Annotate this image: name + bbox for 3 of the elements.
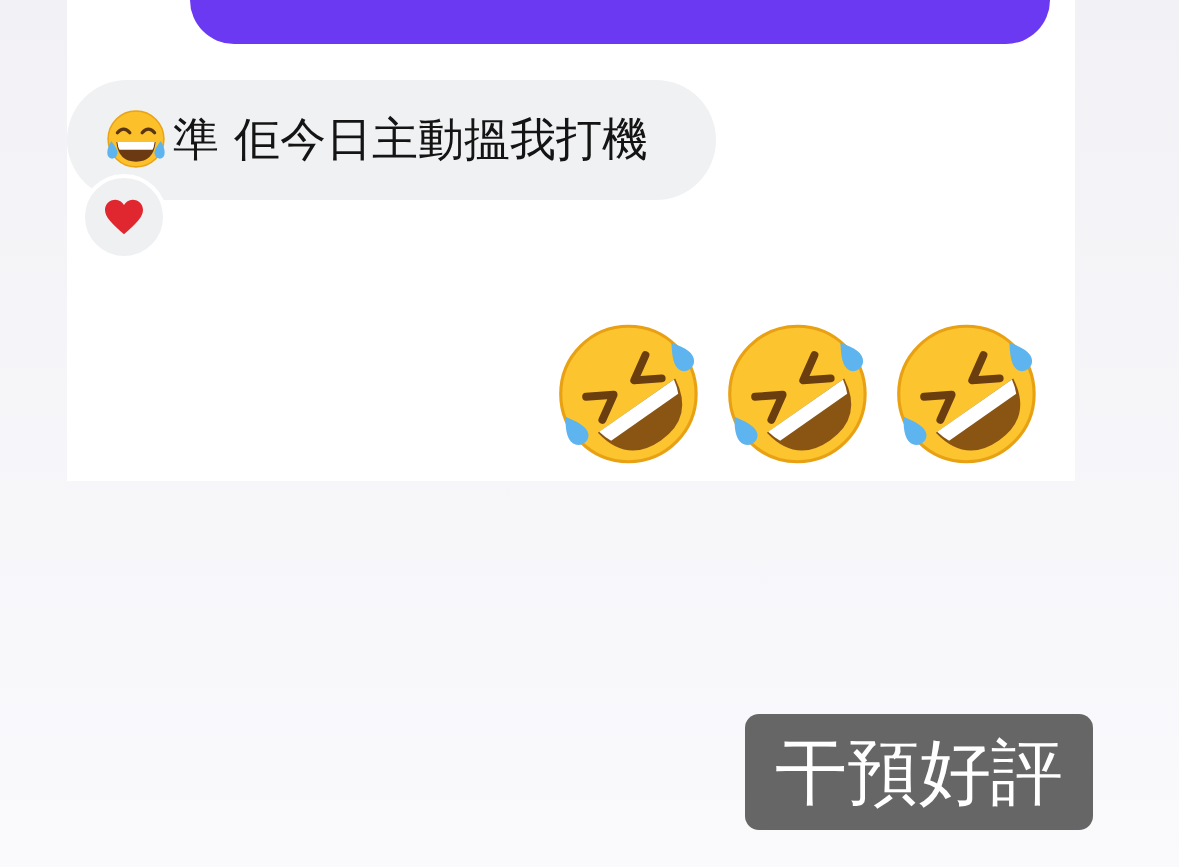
caption-label: 干預好評 bbox=[745, 714, 1093, 830]
laughing-face-icon bbox=[105, 110, 167, 170]
message-text: 準 佢今日主動搵我打機 bbox=[173, 112, 648, 168]
